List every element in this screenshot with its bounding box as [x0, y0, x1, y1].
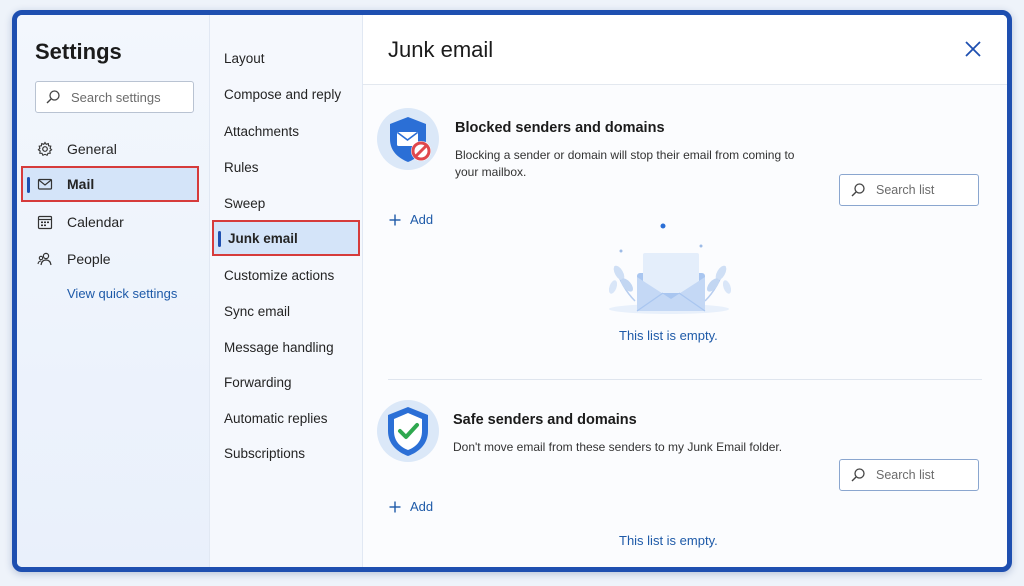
- close-icon[interactable]: [963, 39, 983, 59]
- empty-mail-illustration: [608, 223, 732, 314]
- sidebar-item-calendar[interactable]: Calendar: [27, 204, 197, 240]
- search-settings-input[interactable]: Search settings: [35, 81, 194, 113]
- settings-window: Settings Search settings General Mail Ca…: [12, 10, 1012, 572]
- search-icon: [46, 90, 60, 104]
- page-title: Junk email: [388, 37, 494, 62]
- sidebar-item-general[interactable]: General: [27, 131, 197, 167]
- people-icon: [37, 252, 52, 266]
- mail-nav-automatic-replies[interactable]: Automatic replies: [224, 406, 328, 430]
- section-divider: [388, 379, 982, 380]
- safe-shield-icon: [377, 400, 439, 462]
- blocked-empty-text: This list is empty.: [619, 328, 718, 343]
- gear-icon: [37, 141, 53, 157]
- safe-empty-text: This list is empty.: [619, 533, 718, 548]
- safe-senders-description: Don't move email from these senders to m…: [453, 440, 783, 454]
- junk-email-panel: Junk email Blocked senders and domains B…: [363, 15, 1007, 567]
- search-list-placeholder: Search list: [876, 468, 935, 482]
- settings-sidebar: Settings Search settings General Mail Ca…: [17, 15, 210, 567]
- mail-nav-message-handling[interactable]: Message handling: [224, 335, 334, 359]
- safe-senders-title: Safe senders and domains: [453, 412, 637, 428]
- mail-nav-layout[interactable]: Layout: [224, 46, 265, 70]
- mail-settings-nav: Layout Compose and reply Attachments Rul…: [210, 15, 363, 567]
- sidebar-item-label: People: [67, 251, 111, 267]
- plus-icon: [389, 214, 401, 225]
- blocked-search-list-input[interactable]: Search list: [839, 174, 979, 206]
- mail-nav-customize-actions[interactable]: Customize actions: [224, 263, 334, 287]
- mail-icon: [37, 178, 53, 190]
- search-icon: [851, 183, 865, 197]
- blocked-senders-title: Blocked senders and domains: [455, 120, 665, 136]
- add-label: Add: [410, 212, 434, 227]
- plus-icon: [389, 501, 401, 512]
- mail-nav-subscriptions[interactable]: Subscriptions: [224, 441, 305, 465]
- search-settings-placeholder: Search settings: [71, 89, 161, 105]
- mail-nav-rules[interactable]: Rules: [224, 155, 259, 179]
- add-blocked-sender-button[interactable]: Add: [389, 212, 433, 227]
- blocked-shield-icon: [377, 108, 439, 170]
- sidebar-item-people[interactable]: People: [27, 241, 197, 277]
- sidebar-item-label: General: [67, 141, 117, 157]
- calendar-icon: [37, 215, 53, 230]
- add-label: Add: [410, 499, 434, 514]
- search-list-placeholder: Search list: [876, 183, 935, 197]
- panel-header: Junk email: [363, 15, 1007, 85]
- safe-search-list-input[interactable]: Search list: [839, 459, 979, 491]
- mail-nav-junk-email[interactable]: Junk email: [212, 220, 360, 256]
- mail-nav-compose-and-reply[interactable]: Compose and reply: [224, 82, 341, 106]
- blocked-senders-description: Blocking a sender or domain will stop th…: [455, 148, 795, 179]
- mail-nav-attachments[interactable]: Attachments: [224, 119, 299, 143]
- mail-nav-forwarding[interactable]: Forwarding: [224, 370, 292, 394]
- sidebar-item-label: Calendar: [67, 214, 124, 230]
- search-icon: [851, 468, 865, 482]
- add-safe-sender-button[interactable]: Add: [389, 499, 433, 514]
- sidebar-item-mail[interactable]: Mail: [21, 166, 199, 202]
- mail-nav-sweep[interactable]: Sweep: [224, 191, 265, 215]
- settings-title: Settings: [35, 39, 122, 64]
- mail-nav-sync-email[interactable]: Sync email: [224, 299, 290, 323]
- sidebar-item-label: Mail: [67, 176, 95, 192]
- view-quick-settings-link[interactable]: View quick settings: [67, 286, 177, 301]
